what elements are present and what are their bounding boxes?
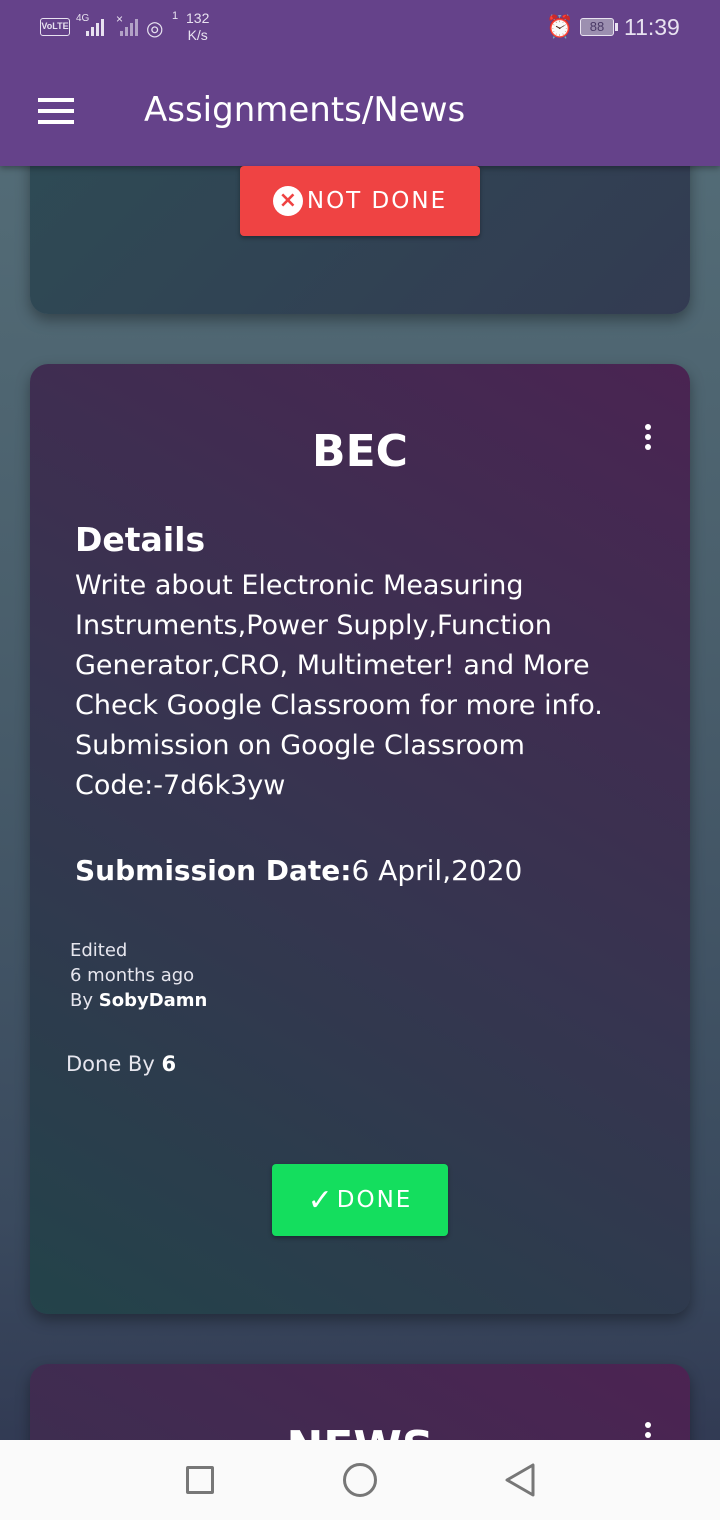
done-by-count: Done By 6 bbox=[66, 1052, 177, 1076]
hamburger-menu-icon[interactable] bbox=[38, 98, 74, 124]
edited-by: By SobyDamn bbox=[70, 990, 208, 1011]
assignment-subject: BEC bbox=[312, 426, 408, 477]
battery-icon bbox=[615, 23, 618, 31]
edited-time: 6 months ago bbox=[70, 965, 195, 986]
page-title: Assignments/News bbox=[144, 90, 466, 130]
assignment-card: BEC Details Write about Electronic Measu… bbox=[30, 364, 690, 1314]
network-speed: 132 K/s bbox=[186, 10, 210, 43]
signal-icon bbox=[86, 16, 104, 36]
home-icon[interactable] bbox=[343, 1463, 377, 1497]
volte-badge: VoLTE bbox=[40, 18, 70, 36]
app-bar: Assignments/News bbox=[0, 56, 720, 166]
battery-level: 88 bbox=[580, 18, 614, 36]
submission-date-value: 6 April,2020 bbox=[351, 854, 523, 887]
details-heading: Details bbox=[75, 520, 206, 559]
recent-apps-icon[interactable] bbox=[186, 1466, 214, 1494]
details-text: Write about Electronic Measuring Instrum… bbox=[75, 570, 603, 801]
alarm-icon: ⏰ bbox=[546, 14, 574, 39]
close-circle-icon: × bbox=[272, 186, 303, 216]
not-done-button[interactable]: × NOT DONE bbox=[240, 166, 480, 236]
edited-label: Edited bbox=[70, 940, 128, 961]
signal-icon-2 bbox=[120, 16, 138, 36]
submission-date: Submission Date:6 April,2020 bbox=[75, 854, 522, 887]
status-bar: VoLTE 4G × ◎ 1 132 K/s ⏰ 88 11:39 bbox=[0, 0, 720, 56]
hotspot-icon: ◎ bbox=[146, 18, 164, 40]
navigation-bar bbox=[0, 1440, 720, 1520]
back-icon[interactable] bbox=[504, 1462, 536, 1498]
edit-info: Edited 6 months ago By SobyDamn bbox=[70, 938, 207, 1013]
author-name: SobyDamn bbox=[98, 990, 208, 1011]
hotspot-count: 1 bbox=[172, 10, 179, 22]
done-button[interactable]: ✓ DONE bbox=[272, 1164, 448, 1236]
submission-date-label: Submission Date: bbox=[75, 854, 352, 887]
check-icon: ✓ bbox=[307, 1182, 333, 1218]
clock: 11:39 bbox=[624, 14, 680, 40]
top-bar: VoLTE 4G × ◎ 1 132 K/s ⏰ 88 11:39 Assign… bbox=[0, 0, 720, 166]
